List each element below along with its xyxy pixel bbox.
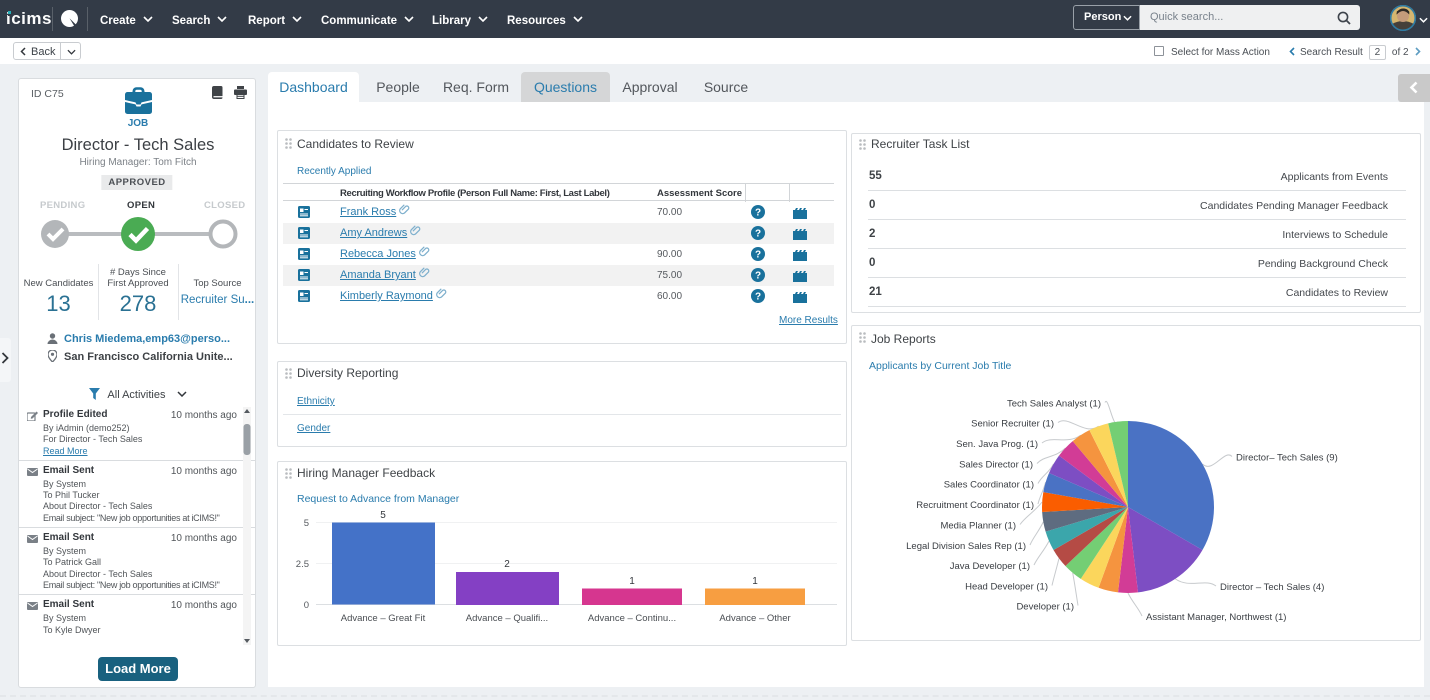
svg-text:Advance – Continu...: Advance – Continu... (588, 613, 676, 624)
svg-text:Sales Director (1): Sales Director (1) (959, 460, 1033, 471)
svg-text:2.5: 2.5 (296, 559, 309, 570)
svg-text:?: ? (755, 208, 761, 219)
svg-text:Director – Tech Sales (4): Director – Tech Sales (4) (1220, 582, 1324, 593)
svg-text:Advance – Great Fit: Advance – Great Fit (341, 613, 426, 624)
svg-text:Head Developer (1): Head Developer (1) (965, 582, 1048, 593)
svg-text:2: 2 (504, 559, 510, 570)
svg-text:?: ? (755, 271, 761, 282)
svg-text:Advance – Other: Advance – Other (719, 613, 790, 624)
svg-text:Java Developer (1): Java Developer (1) (950, 561, 1030, 572)
svg-text:Assistant Manager, Northwest (: Assistant Manager, Northwest (1) (1146, 612, 1286, 623)
svg-text:Developer (1): Developer (1) (1016, 602, 1074, 613)
svg-text:Sen. Java Prog. (1): Sen. Java Prog. (1) (956, 439, 1038, 450)
svg-text:1: 1 (629, 576, 635, 587)
svg-text:0: 0 (304, 600, 309, 611)
svg-text:?: ? (755, 229, 761, 240)
svg-text:5: 5 (304, 518, 309, 529)
svg-text:Media Planner (1): Media Planner (1) (940, 521, 1016, 532)
svg-text:Recruitment Coordinator (1): Recruitment Coordinator (1) (916, 500, 1034, 511)
svg-text:1: 1 (752, 576, 758, 587)
svg-text:Director– Tech Sales (9): Director– Tech Sales (9) (1236, 453, 1338, 464)
svg-text:Legal Division Sales Rep (1): Legal Division Sales Rep (1) (906, 541, 1026, 552)
svg-text:?: ? (755, 292, 761, 303)
svg-text:5: 5 (380, 510, 386, 521)
svg-text:?: ? (755, 250, 761, 261)
svg-text:Tech Sales Analyst (1): Tech Sales Analyst (1) (1007, 399, 1101, 410)
svg-text:Senior Recruiter (1): Senior Recruiter (1) (971, 419, 1054, 430)
svg-text:Sales Coordinator (1): Sales Coordinator (1) (944, 480, 1034, 491)
svg-text:Advance – Qualifi...: Advance – Qualifi... (466, 613, 548, 624)
